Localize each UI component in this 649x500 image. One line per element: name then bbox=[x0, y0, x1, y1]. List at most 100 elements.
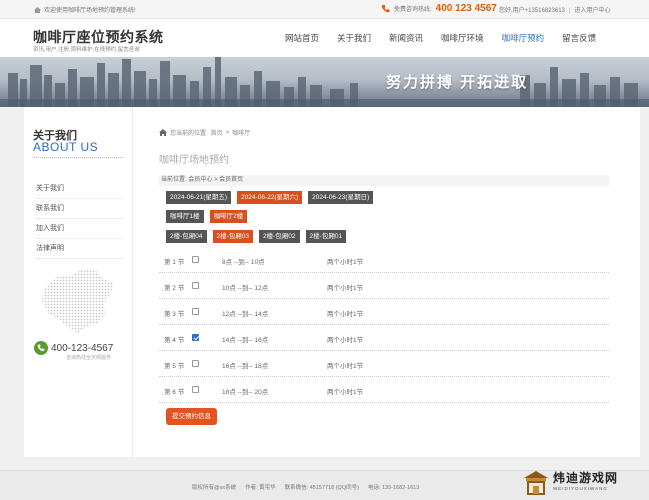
site-title[interactable]: 咖啡厅座位预约系统 bbox=[33, 27, 164, 47]
user-center-link[interactable]: 进入用户中心 bbox=[574, 8, 610, 14]
home-icon bbox=[159, 129, 167, 136]
slot-checkbox[interactable] bbox=[192, 282, 199, 289]
main-nav: 网站首页 关于我们 新闻资讯 咖啡厅环境 咖啡厅预约 留言反馈 bbox=[276, 19, 605, 57]
main-content: 您当前的位置: 首页 > 咖啡厅 咖啡厅场地预约 当前位置: 会员中心 > 会员… bbox=[132, 107, 640, 457]
sidebar-menu: 关于我们 联系我们 加入我们 法律声明 bbox=[36, 179, 124, 259]
time-slot-row: 第 3 节 12点 --到-- 14点 两个小时1节 bbox=[159, 299, 609, 325]
time-slot-list: 第 1 节 8点 --到-- 10点 两个小时1节第 2 节 10点 --到-- 12… bbox=[159, 247, 609, 403]
footer-author: 作者: 黄宅华 bbox=[245, 485, 276, 491]
divider bbox=[33, 157, 123, 159]
time-slot-row: 第 5 节 16点 --到-- 18点 两个小时1节 bbox=[159, 351, 609, 377]
time-slot-row: 第 1 节 8点 --到-- 10点 两个小时1节 bbox=[159, 247, 609, 273]
sidebar-item-1[interactable]: 联系我们 bbox=[36, 199, 124, 219]
room-chip-1[interactable]: 2楼-包厢03 bbox=[212, 230, 254, 243]
submit-reservation-button[interactable]: 提交预约信息 bbox=[166, 408, 217, 425]
sidebar-item-3[interactable]: 法律声明 bbox=[36, 239, 124, 259]
sidebar-phone-number: 400-123-4567 bbox=[51, 342, 114, 354]
slot-duration: 两个小时1节 bbox=[327, 363, 364, 370]
nav-item-1[interactable]: 关于我们 bbox=[328, 19, 380, 57]
breadcrumb-home[interactable]: 首页 bbox=[211, 128, 223, 137]
sidebar-item-0[interactable]: 关于我们 bbox=[36, 179, 124, 199]
phone-circle-icon bbox=[34, 341, 48, 355]
slot-duration: 两个小时1节 bbox=[327, 285, 364, 292]
room-chip-2[interactable]: 2楼-包厢02 bbox=[259, 230, 300, 243]
slot-time: 14点 --到-- 16点 bbox=[222, 337, 269, 344]
nav-item-2[interactable]: 新闻资讯 bbox=[380, 19, 432, 57]
skyline-image bbox=[0, 57, 649, 107]
slot-time: 10点 --到-- 12点 bbox=[222, 285, 269, 292]
welcome-message: 欢迎使用咖啡厅场地预约管理系统! bbox=[34, 5, 136, 14]
hall-chip-0[interactable]: 咖啡厅1楼 bbox=[166, 210, 204, 223]
slot-checkbox[interactable] bbox=[192, 334, 199, 341]
nav-item-3[interactable]: 咖啡厅环境 bbox=[432, 19, 493, 57]
sidebar-hotline: 400-123-4567 bbox=[34, 341, 113, 355]
top-bar: 欢迎使用咖啡厅场地预约管理系统! 免费咨询热线: 400 123 4567 您好… bbox=[0, 0, 649, 19]
sidebar-title-en: ABOUT US bbox=[33, 140, 99, 154]
slot-name: 第 3 节 bbox=[164, 311, 185, 318]
breadcrumb-current[interactable]: 咖啡厅 bbox=[232, 128, 250, 137]
slot-checkbox[interactable] bbox=[192, 386, 199, 393]
footer-info: 版权所有@xx系统 作者: 黄宅华 联系微信: 45157718 (QQ同号) 电话:… bbox=[192, 483, 428, 491]
date-chip-1[interactable]: 2024-06-22(星期六) bbox=[237, 191, 303, 204]
date-chip-2[interactable]: 2024-06-23(星期日) bbox=[308, 191, 374, 204]
left-sidebar: 关于我们 ABOUT US 关于我们 联系我们 加入我们 法律声明 400-123-4… bbox=[24, 107, 132, 457]
slot-time: 16点 --到-- 18点 bbox=[222, 363, 269, 370]
location-bar: 当前位置: 会员中心 > 会员首页 bbox=[159, 175, 609, 186]
watermark-subtext: WEIDIYOUXIWANG bbox=[553, 486, 608, 491]
breadcrumb: 您当前的位置: 首页 > 咖啡厅 bbox=[159, 128, 250, 137]
time-slot-row: 第 2 节 10点 --到-- 12点 两个小时1节 bbox=[159, 273, 609, 299]
nav-item-5[interactable]: 留言反馈 bbox=[553, 19, 605, 57]
room-selector: 2楼-包厢04 2楼-包厢03 2楼-包厢02 2楼-包厢01 bbox=[166, 230, 347, 243]
slot-time: 18点 --到-- 20点 bbox=[222, 389, 269, 396]
banner-slogan: 努力拼搏 开拓进取 bbox=[386, 74, 529, 91]
room-chip-0[interactable]: 2楼-包厢04 bbox=[166, 230, 207, 243]
nav-item-0[interactable]: 网站首页 bbox=[276, 19, 328, 57]
phone-icon bbox=[381, 4, 390, 13]
slot-time: 8点 --到-- 10点 bbox=[222, 259, 265, 266]
footer-copyright: 版权所有@xx系统 bbox=[192, 485, 237, 491]
slot-checkbox[interactable] bbox=[192, 308, 199, 315]
site-header: 咖啡厅座位预约系统 资讯,用户,注册,资料维护,在线预约,留言咨询 网站首页 关于… bbox=[0, 19, 649, 57]
welcome-text: 欢迎使用咖啡厅场地预约管理系统! bbox=[44, 8, 136, 14]
slot-duration: 两个小时1节 bbox=[327, 311, 364, 318]
user-info: 您好,用户+13516823613 | 进入用户中心 bbox=[499, 5, 610, 14]
nav-item-4[interactable]: 咖啡厅预约 bbox=[493, 19, 554, 57]
breadcrumb-prefix: 您当前的位置: bbox=[170, 131, 208, 137]
sidebar-item-2[interactable]: 加入我们 bbox=[36, 219, 124, 239]
date-selector: 2024-06-21(星期五) 2024-06-22(星期六) 2024-06-23… bbox=[166, 191, 374, 204]
page-title: 咖啡厅场地预约 bbox=[159, 155, 229, 166]
hotline-label: 免费咨询热线: bbox=[394, 7, 432, 13]
user-greeting: 您好,用户+13516823613 bbox=[499, 8, 565, 14]
slot-name: 第 6 节 bbox=[164, 389, 185, 396]
watermark-logo-icon bbox=[524, 471, 548, 495]
time-slot-row: 第 6 节 18点 --到-- 20点 两个小时1节 bbox=[159, 377, 609, 403]
separator: | bbox=[568, 8, 571, 14]
watermark-text: 炜迪游戏网 bbox=[553, 471, 619, 485]
date-chip-0[interactable]: 2024-06-21(星期五) bbox=[166, 191, 232, 204]
footer-contact: 联系微信: 45157718 (QQ同号) bbox=[284, 485, 359, 491]
home-icon bbox=[34, 6, 41, 13]
slot-time: 12点 --到-- 14点 bbox=[222, 311, 269, 318]
hall-chip-1[interactable]: 咖啡厅2楼 bbox=[209, 210, 248, 223]
slot-duration: 两个小时1节 bbox=[327, 389, 364, 396]
hotline-number: 400 123 4567 bbox=[435, 3, 497, 14]
city-banner: 努力拼搏 开拓进取 bbox=[0, 57, 649, 107]
footer-phone: 电话: 135-1682-1613 bbox=[367, 485, 420, 491]
hall-selector: 咖啡厅1楼 咖啡厅2楼 bbox=[166, 210, 248, 223]
slot-checkbox[interactable] bbox=[192, 360, 199, 367]
hotline: 免费咨询热线: 400 123 4567 bbox=[381, 3, 497, 14]
slot-duration: 两个小时1节 bbox=[327, 259, 364, 266]
china-map-image bbox=[42, 269, 114, 333]
site-subtitle: 资讯,用户,注册,资料维护,在线预约,留言咨询 bbox=[33, 47, 140, 53]
sidebar-phone-caption: 咨询热线全天候服务 bbox=[66, 355, 112, 361]
slot-duration: 两个小时1节 bbox=[327, 337, 364, 344]
slot-name: 第 2 节 bbox=[164, 285, 185, 292]
slot-name: 第 5 节 bbox=[164, 363, 185, 370]
watermark: 炜迪游戏网 WEIDIYOUXIWANG bbox=[519, 466, 649, 500]
room-chip-3[interactable]: 2楼-包厢01 bbox=[305, 230, 347, 243]
breadcrumb-sep: > bbox=[225, 129, 230, 136]
slot-name: 第 1 节 bbox=[164, 259, 185, 266]
slot-checkbox[interactable] bbox=[192, 256, 199, 263]
time-slot-row: 第 4 节 14点 --到-- 16点 两个小时1节 bbox=[159, 325, 609, 351]
slot-name: 第 4 节 bbox=[164, 337, 185, 344]
